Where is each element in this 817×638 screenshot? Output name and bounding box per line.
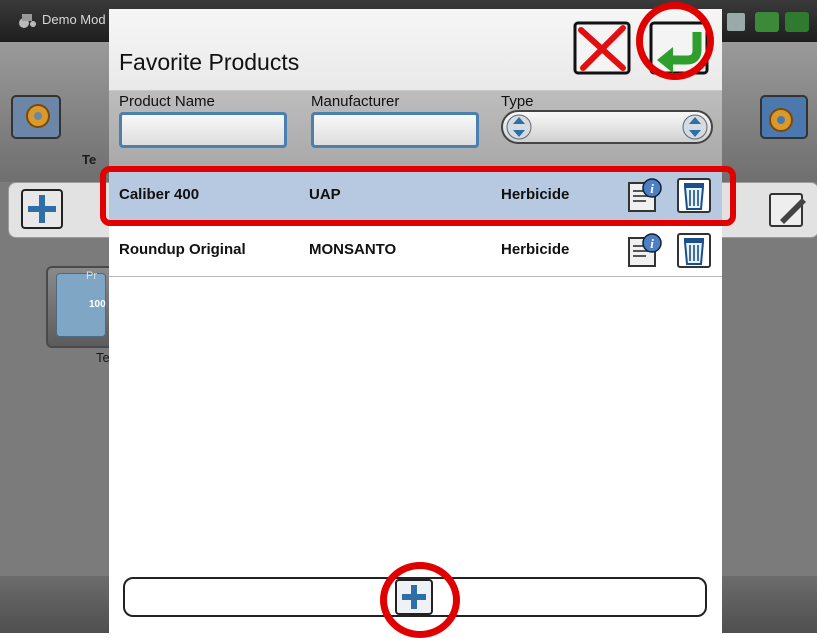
- plus-icon: [21, 189, 63, 229]
- settings-gear-icon: [11, 95, 61, 139]
- tractor-icon: [19, 14, 36, 28]
- background-product-value: 100: [89, 299, 106, 310]
- edit-icon: [769, 193, 806, 227]
- spinner-arrows-icon: [506, 114, 532, 140]
- dialog-title: Favorite Products: [119, 49, 300, 75]
- status-icons: [727, 12, 809, 32]
- manufacturer-label: Manufacturer: [311, 93, 400, 110]
- background-product-prefix: Pr: [86, 270, 97, 282]
- product-name-label: Product Name: [119, 93, 215, 110]
- type-cell: Herbicide: [501, 241, 570, 258]
- background-tile-label: Te: [82, 152, 97, 167]
- product-name-input[interactable]: [119, 112, 287, 148]
- trash-icon[interactable]: [675, 232, 713, 268]
- dialog-header: Favorite Products: [109, 9, 722, 91]
- type-label: Type: [501, 93, 534, 110]
- highlight-ok-button: [636, 2, 714, 80]
- svg-text:i: i: [650, 236, 654, 251]
- background-app-title: Demo Mod: [42, 12, 106, 27]
- favorite-products-dialog: Favorite Products Product Name Manufactu…: [109, 9, 722, 633]
- highlight-add-button: [380, 562, 460, 638]
- product-row[interactable]: Roundup Original MONSANTO Herbicide i: [109, 222, 722, 277]
- background-product-label: Te: [96, 350, 110, 365]
- product-name-cell: Roundup Original: [119, 241, 246, 258]
- spinner-arrows-icon: [682, 114, 708, 140]
- highlight-selected-row: [100, 166, 736, 226]
- product-info-icon[interactable]: i: [626, 232, 664, 268]
- manufacturer-input[interactable]: [311, 112, 479, 148]
- settings-gear-icon: [760, 95, 808, 139]
- cancel-button[interactable]: [571, 20, 633, 76]
- manufacturer-cell: MONSANTO: [309, 241, 397, 258]
- type-select[interactable]: [501, 109, 713, 145]
